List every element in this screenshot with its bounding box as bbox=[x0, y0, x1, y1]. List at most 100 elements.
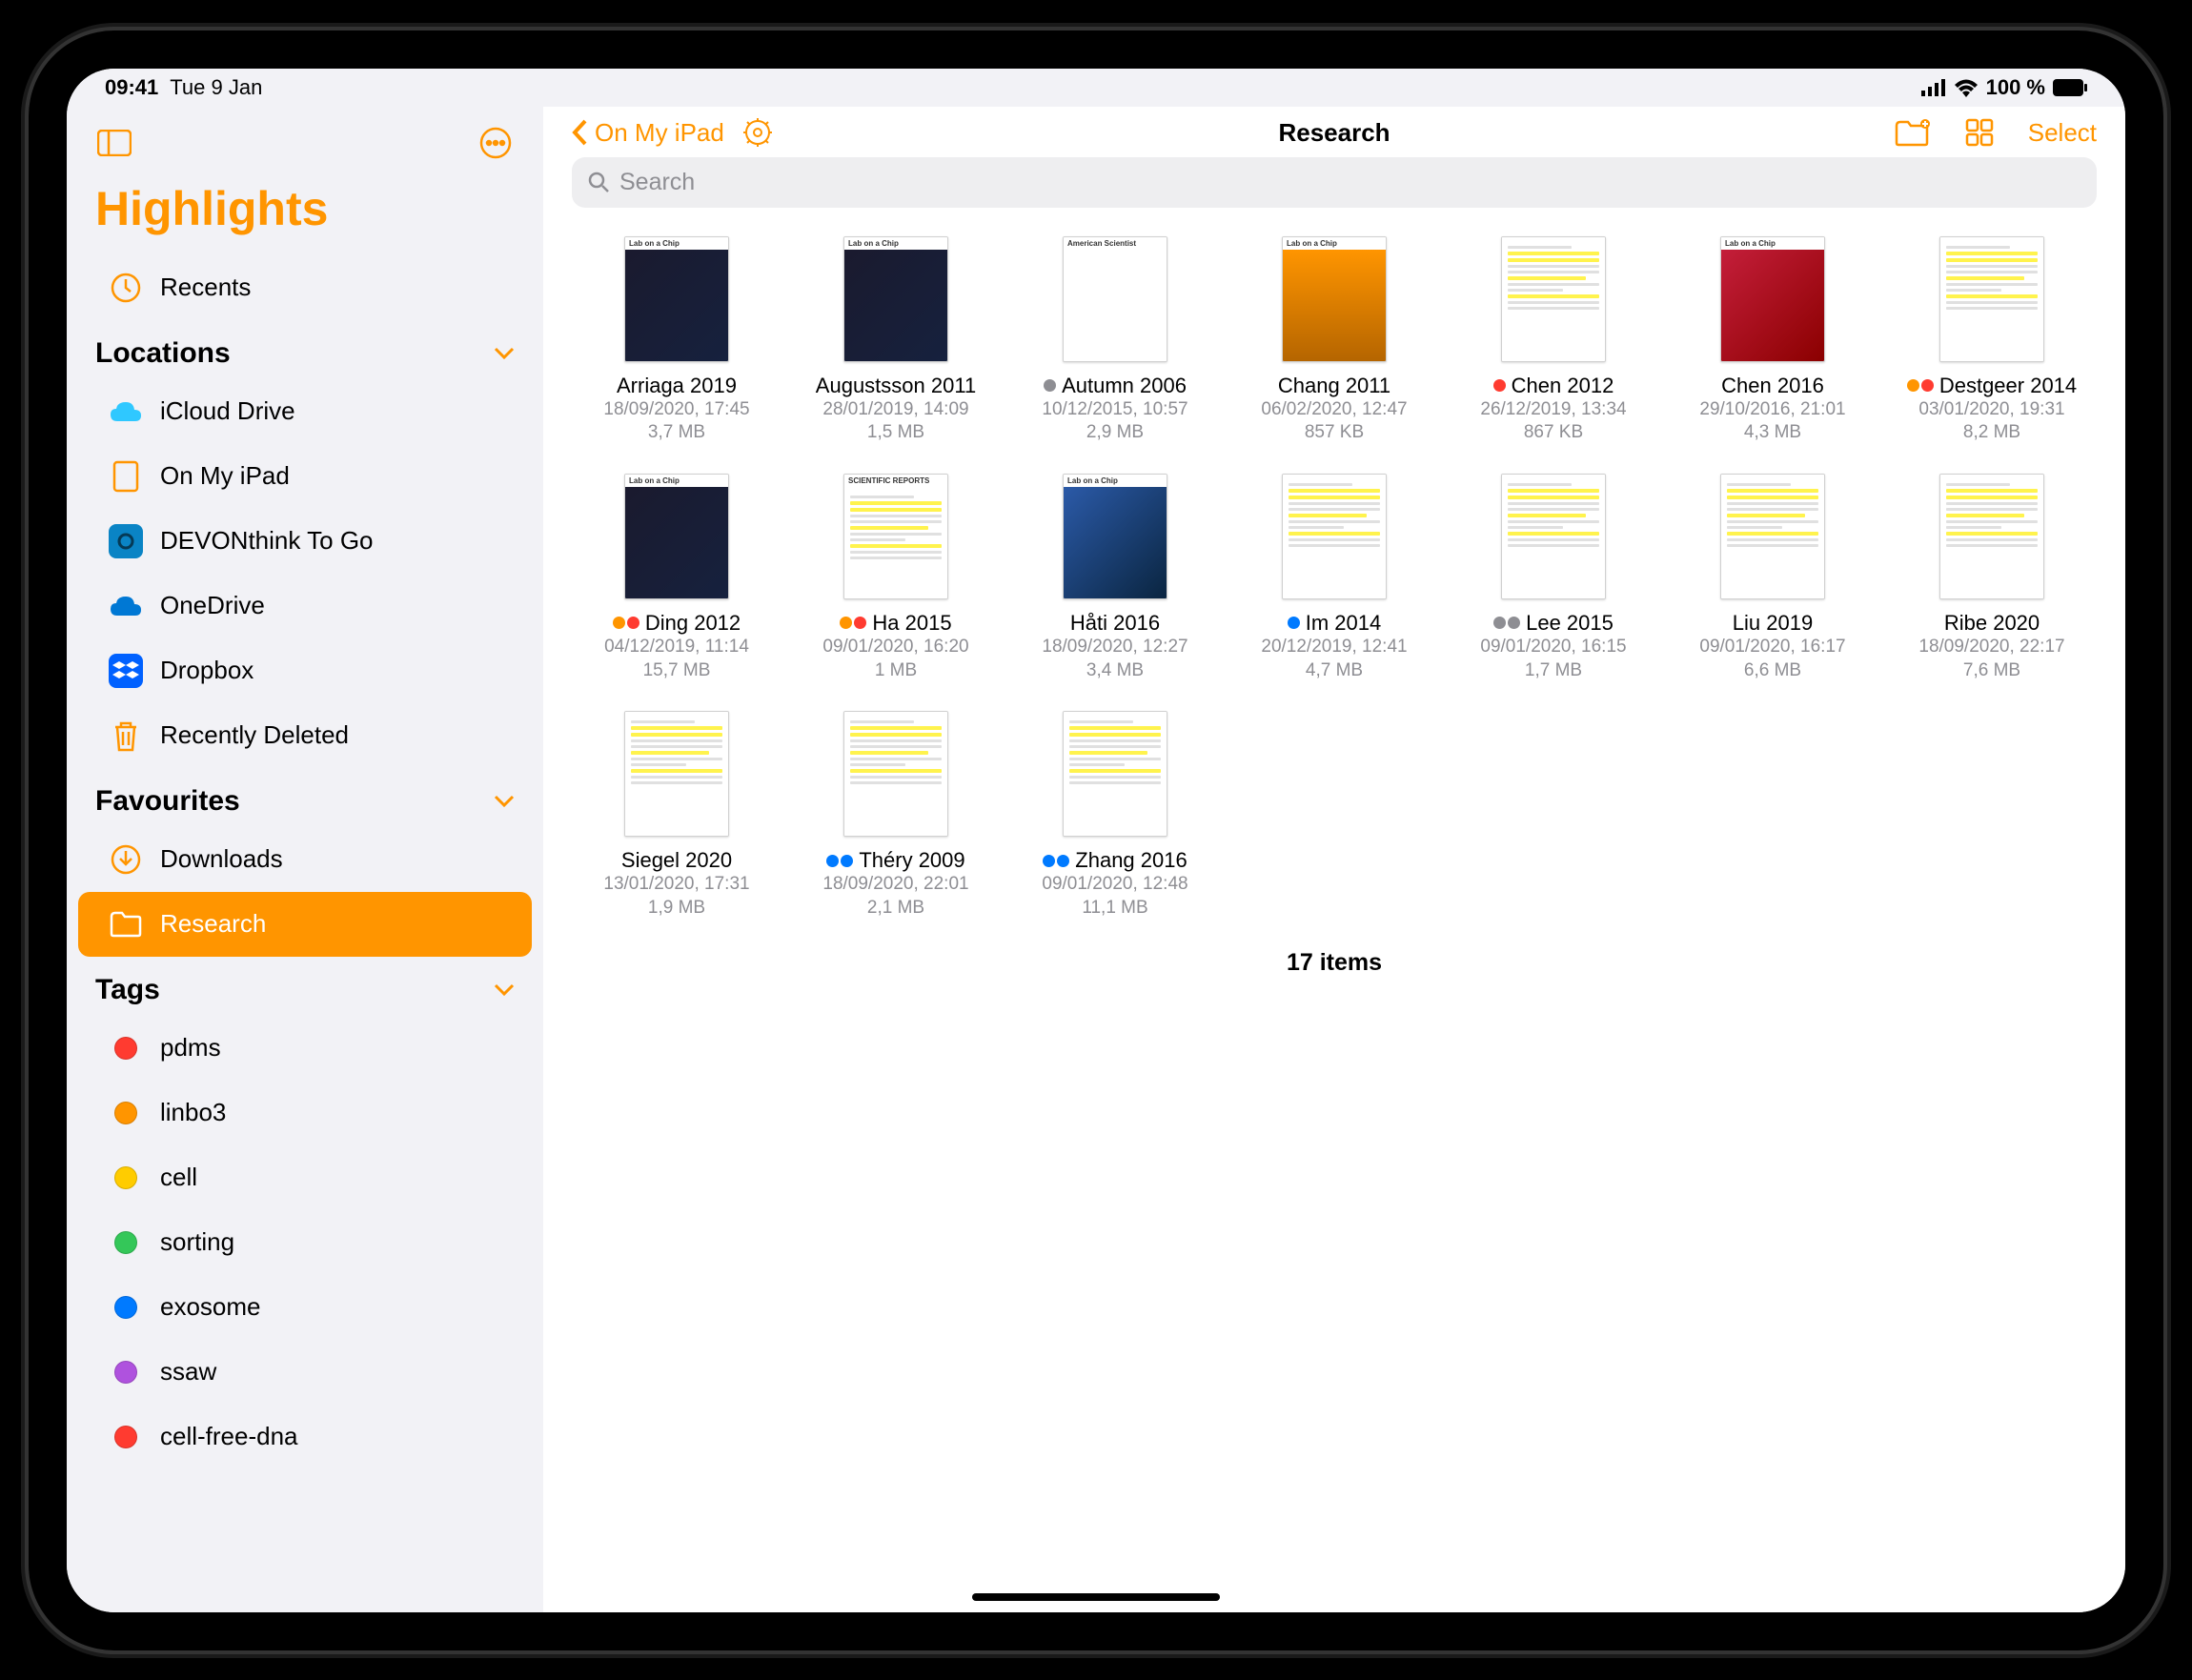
file-item[interactable]: SCIENTIFIC REPORTS Ha 2015 09/01/2020, 1… bbox=[801, 474, 991, 682]
sidebar-item-label: ssaw bbox=[160, 1357, 216, 1387]
wifi-icon bbox=[1954, 78, 1979, 97]
file-item[interactable]: Zhang 2016 09/01/2020, 12:48 11,1 MB bbox=[1020, 711, 1210, 920]
file-item[interactable]: Im 2014 20/12/2019, 12:41 4,7 MB bbox=[1239, 474, 1430, 682]
tag-dot-icon bbox=[107, 1029, 145, 1067]
file-size: 3,4 MB bbox=[1086, 659, 1144, 683]
search-placeholder: Search bbox=[619, 169, 695, 196]
chevron-down-icon bbox=[494, 347, 515, 360]
tag-dots bbox=[1288, 617, 1300, 629]
sidebar-item-icloud[interactable]: iCloud Drive bbox=[78, 379, 532, 444]
file-name: Siegel 2020 bbox=[621, 848, 732, 873]
file-item[interactable]: Lab on a Chip Augustsson 2011 28/01/2019… bbox=[801, 236, 991, 445]
signal-icon bbox=[1921, 79, 1946, 96]
file-thumbnail: Lab on a Chip bbox=[624, 236, 729, 362]
sidebar-item-dropbox[interactable]: Dropbox bbox=[78, 638, 532, 703]
new-folder-icon[interactable] bbox=[1895, 118, 1931, 147]
file-name: Chang 2011 bbox=[1278, 374, 1390, 398]
file-item[interactable]: Lee 2015 09/01/2020, 16:15 1,7 MB bbox=[1458, 474, 1649, 682]
tag-dots bbox=[840, 617, 866, 629]
file-item[interactable]: American Scientist Autumn 2006 10/12/201… bbox=[1020, 236, 1210, 445]
search-input[interactable]: Search bbox=[572, 157, 2097, 208]
view-grid-icon[interactable] bbox=[1965, 118, 1994, 147]
select-button[interactable]: Select bbox=[2028, 118, 2097, 148]
file-name: Ding 2012 bbox=[645, 611, 741, 636]
sidebar-toggle-icon[interactable] bbox=[95, 124, 133, 162]
sidebar-item-onedrive[interactable]: OneDrive bbox=[78, 574, 532, 638]
locations-header[interactable]: Locations bbox=[67, 320, 543, 379]
file-thumbnail: SCIENTIFIC REPORTS bbox=[843, 474, 948, 599]
file-item[interactable]: Lab on a Chip Chang 2011 06/02/2020, 12:… bbox=[1239, 236, 1430, 445]
file-thumbnail bbox=[1282, 474, 1387, 599]
sidebar-item-downloads[interactable]: Downloads bbox=[78, 827, 532, 892]
file-date: 10/12/2015, 10:57 bbox=[1042, 398, 1187, 422]
settings-gear-icon[interactable] bbox=[743, 118, 772, 147]
sidebar-item-devonthink[interactable]: DEVONthink To Go bbox=[78, 509, 532, 574]
sidebar-tag-exosome[interactable]: exosome bbox=[78, 1275, 532, 1340]
file-name: Arriaga 2019 bbox=[617, 374, 737, 398]
sidebar-tag-linbo3[interactable]: linbo3 bbox=[78, 1081, 532, 1145]
file-item[interactable]: Lab on a Chip Chen 2016 29/10/2016, 21:0… bbox=[1677, 236, 1868, 445]
more-icon[interactable] bbox=[477, 124, 515, 162]
file-size: 2,9 MB bbox=[1086, 421, 1144, 445]
sidebar-item-label: Recently Deleted bbox=[160, 720, 349, 750]
tag-dot-icon bbox=[107, 1094, 145, 1132]
main-content: On My iPad Research Select bbox=[543, 107, 2125, 1612]
file-date: 09/01/2020, 16:17 bbox=[1699, 636, 1845, 659]
devonthink-icon bbox=[107, 522, 145, 560]
home-indicator[interactable] bbox=[972, 1593, 1220, 1601]
sidebar-tag-cell-free-dna[interactable]: cell-free-dna bbox=[78, 1405, 532, 1469]
file-thumbnail bbox=[1501, 474, 1606, 599]
sidebar-tag-sorting[interactable]: sorting bbox=[78, 1210, 532, 1275]
tags-header[interactable]: Tags bbox=[67, 957, 543, 1016]
file-date: 18/09/2020, 12:27 bbox=[1042, 636, 1187, 659]
sidebar-item-research[interactable]: Research bbox=[78, 892, 532, 957]
file-item[interactable]: Ribe 2020 18/09/2020, 22:17 7,6 MB bbox=[1897, 474, 2087, 682]
sidebar-tag-ssaw[interactable]: ssaw bbox=[78, 1340, 532, 1405]
file-name: Destgeer 2014 bbox=[1939, 374, 2077, 398]
file-name: Chen 2016 bbox=[1721, 374, 1824, 398]
dropbox-icon bbox=[107, 652, 145, 690]
file-size: 2,1 MB bbox=[867, 897, 924, 921]
sidebar-item-label: Recents bbox=[160, 273, 251, 302]
file-size: 3,7 MB bbox=[648, 421, 705, 445]
sidebar-tag-pdms[interactable]: pdms bbox=[78, 1016, 532, 1081]
back-button[interactable]: On My iPad bbox=[572, 118, 772, 148]
file-name: Chen 2012 bbox=[1512, 374, 1614, 398]
sidebar-recents[interactable]: Recents bbox=[78, 255, 532, 320]
file-item[interactable]: Chen 2012 26/12/2019, 13:34 867 KB bbox=[1458, 236, 1649, 445]
file-date: 09/01/2020, 16:20 bbox=[822, 636, 968, 659]
sidebar-item-label: linbo3 bbox=[160, 1098, 226, 1127]
file-item[interactable]: Siegel 2020 13/01/2020, 17:31 1,9 MB bbox=[581, 711, 772, 920]
sidebar-item-label: cell-free-dna bbox=[160, 1422, 298, 1451]
tag-dot-icon bbox=[107, 1418, 145, 1456]
file-item[interactable]: Destgeer 2014 03/01/2020, 19:31 8,2 MB bbox=[1897, 236, 2087, 445]
file-date: 09/01/2020, 12:48 bbox=[1042, 873, 1187, 897]
ipad-icon bbox=[107, 457, 145, 496]
sidebar-item-label: iCloud Drive bbox=[160, 396, 295, 426]
sidebar-item-on-my-ipad[interactable]: On My iPad bbox=[78, 444, 532, 509]
sidebar-item-label: Downloads bbox=[160, 844, 283, 874]
file-item[interactable]: Théry 2009 18/09/2020, 22:01 2,1 MB bbox=[801, 711, 991, 920]
file-item[interactable]: Liu 2019 09/01/2020, 16:17 6,6 MB bbox=[1677, 474, 1868, 682]
chevron-down-icon bbox=[494, 983, 515, 997]
file-thumbnail bbox=[1720, 474, 1825, 599]
sidebar-item-trash[interactable]: Recently Deleted bbox=[78, 703, 532, 768]
file-size: 1,9 MB bbox=[648, 897, 705, 921]
file-thumbnail bbox=[1501, 236, 1606, 362]
file-item[interactable]: Lab on a Chip Arriaga 2019 18/09/2020, 1… bbox=[581, 236, 772, 445]
file-name: Liu 2019 bbox=[1733, 611, 1813, 636]
file-name: Théry 2009 bbox=[859, 848, 964, 873]
tag-dots bbox=[1043, 855, 1069, 867]
sidebar-item-label: sorting bbox=[160, 1227, 234, 1257]
favourites-header[interactable]: Favourites bbox=[67, 768, 543, 827]
file-thumbnail: American Scientist bbox=[1063, 236, 1167, 362]
file-size: 4,3 MB bbox=[1744, 421, 1801, 445]
file-size: 1,5 MB bbox=[867, 421, 924, 445]
file-name: Autumn 2006 bbox=[1062, 374, 1187, 398]
file-item[interactable]: Lab on a Chip Ding 2012 04/12/2019, 11:1… bbox=[581, 474, 772, 682]
file-item[interactable]: Lab on a Chip Håti 2016 18/09/2020, 12:2… bbox=[1020, 474, 1210, 682]
file-name: Augustsson 2011 bbox=[816, 374, 976, 398]
sidebar-tag-cell[interactable]: cell bbox=[78, 1145, 532, 1210]
trash-icon bbox=[107, 717, 145, 755]
sidebar-item-label: pdms bbox=[160, 1033, 221, 1063]
